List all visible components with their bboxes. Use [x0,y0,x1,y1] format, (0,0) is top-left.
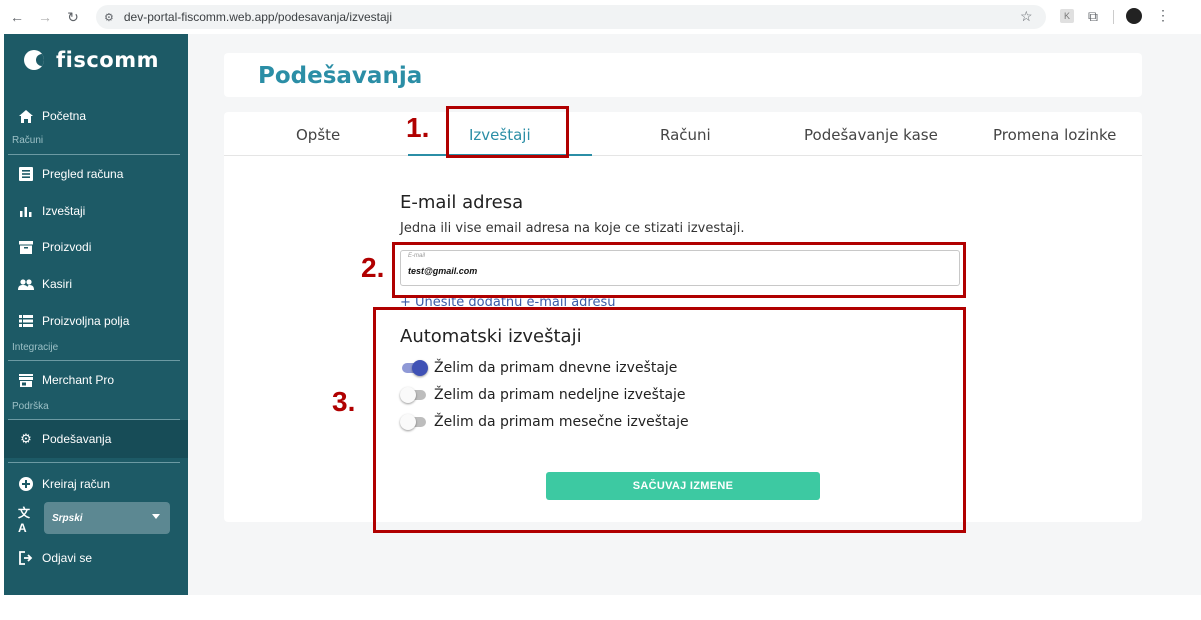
address-bar[interactable]: ⚙ dev-portal-fiscomm.web.app/podesavanja… [96,5,1046,29]
annotation-number-1: 1. [406,112,430,143]
sidebar-item-kasiri[interactable]: Kasiri [18,276,72,292]
forward-icon[interactable]: → [34,6,56,28]
translate-indicator: 文A [18,505,42,535]
sidebar-item-proizvodi[interactable]: Proizvodi [18,239,91,255]
section-label-integracije: Integracije [12,342,59,353]
tab-promena-lozinke[interactable]: Promena lozinke [993,126,1116,144]
annotation-box-1 [446,106,569,158]
sidebar-divider [8,154,180,155]
people-icon [18,276,34,292]
sidebar: fiscomm Početna Računi Pregled računa Iz… [4,34,188,595]
language-select[interactable]: Srpski [44,502,170,534]
sidebar-item-odjavi-se[interactable]: Odjavi se [18,550,92,566]
sidebar-item-label: Pregled računa [42,167,124,181]
sidebar-divider [8,360,180,361]
back-icon[interactable]: ← [6,6,28,28]
sidebar-item-pregled-racuna[interactable]: Pregled računa [18,166,123,182]
tab-racuni[interactable]: Računi [660,126,711,144]
sidebar-item-label: Merchant Pro [42,373,115,387]
sidebar-item-proizvoljna-polja[interactable]: Proizvoljna polja [18,313,129,329]
sidebar-item-label: Podešavanja [42,432,112,446]
email-section-title: E-mail adresa [400,192,524,213]
store-icon [18,372,34,388]
reload-icon[interactable]: ↻ [62,6,84,28]
annotation-number-2: 2. [361,252,385,283]
sidebar-item-podesavanja[interactable]: ⚙ Podešavanja [18,431,111,447]
logo-mark-icon [24,50,44,70]
translate-icon: 文A [18,505,31,535]
annotation-box-3 [373,307,966,533]
sidebar-item-label: Proizvodi [42,240,92,254]
annotation-box-2 [392,242,966,298]
sidebar-item-izvestaji[interactable]: Izveštaji [18,203,85,219]
browser-toolbar: ← → ↻ ⚙ dev-portal-fiscomm.web.app/podes… [0,0,1201,34]
logout-icon [18,550,34,566]
add-circle-icon [18,476,34,492]
extension-icon[interactable]: K [1060,9,1074,23]
logo-text: fiscomm [56,48,159,72]
list-icon [18,313,34,329]
bar-chart-icon [18,203,34,219]
tab-opste[interactable]: Opšte [296,126,340,144]
sidebar-item-home[interactable]: Početna [18,108,86,124]
chevron-down-icon [152,514,160,519]
annotation-number-3: 3. [332,386,356,417]
home-icon [18,108,34,124]
sidebar-item-label: Kreiraj račun [42,477,111,491]
tab-podesavanje-kase[interactable]: Podešavanje kase [804,126,938,144]
email-section-description: Jedna ili vise email adresa na koje ce s… [400,221,745,236]
page-header: Podešavanja [224,53,1142,97]
page-title: Podešavanja [258,63,423,89]
url-text: dev-portal-fiscomm.web.app/podesavanja/i… [123,10,393,24]
toolbar-divider [1113,10,1114,24]
sidebar-item-label: Odjavi se [42,551,93,565]
gear-icon: ⚙ [20,431,32,446]
sidebar-item-merchant-pro[interactable]: Merchant Pro [18,372,114,388]
section-label-racuni: Računi [12,135,44,146]
fiscomm-logo: fiscomm [24,48,159,72]
sidebar-item-kreiraj-racun[interactable]: Kreiraj račun [18,476,110,492]
tabs-divider [224,155,1142,156]
section-label-podrska: Podrška [12,401,49,412]
bookmark-star-icon[interactable]: ☆ [1020,8,1033,25]
language-value: Srpski [52,512,83,524]
site-info-icon[interactable]: ⚙ [104,11,114,24]
browser-menu-icon[interactable]: ⋮ [1156,7,1170,24]
receipt-list-icon [18,166,34,182]
archive-icon [18,239,34,255]
sidebar-item-label: Početna [42,109,87,123]
sidebar-item-label: Proizvoljna polja [42,314,130,328]
sidebar-item-label: Kasiri [42,277,73,291]
sidebar-divider [8,462,180,463]
sidebar-item-label: Izveštaji [42,204,86,218]
profile-avatar[interactable] [1126,8,1142,24]
extensions-puzzle-icon[interactable]: ⧉ [1088,8,1098,25]
